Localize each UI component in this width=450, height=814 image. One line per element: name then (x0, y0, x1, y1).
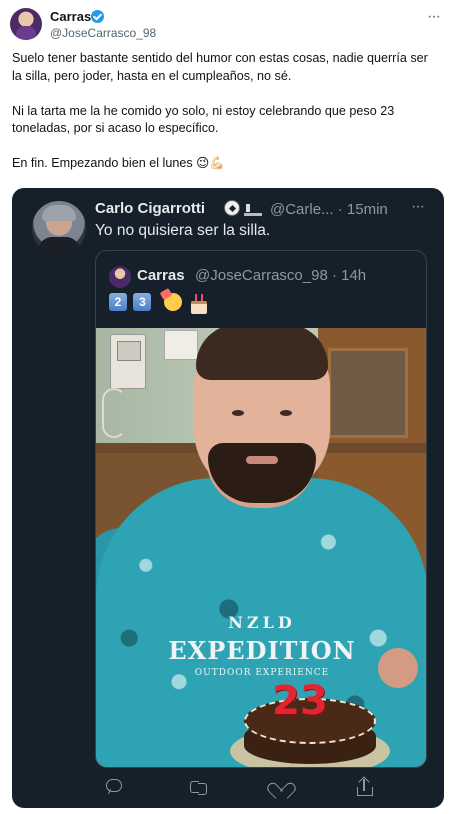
party-face-icon (163, 293, 182, 311)
intercom (110, 334, 146, 389)
verified-badge-icon (91, 10, 104, 23)
keycap-three-icon: 3 (133, 293, 152, 311)
embedded-handle-text: @Carle... (270, 201, 334, 218)
quoted-tweet: Carras @JoseCarrasco_98 · 14h 2 3 NZLD E… (95, 250, 427, 768)
author-handle[interactable]: @JoseCarrasco_98 (50, 26, 156, 40)
tweet-text: Suelo tener bastante sentido del humor c… (12, 50, 440, 190)
avatar[interactable] (10, 8, 42, 40)
embedded-tweet-screenshot: Carlo Cigarrotti @Carle... · 15min ··· Y… (12, 188, 444, 808)
embedded-author-name: Carlo Cigarrotti (95, 200, 206, 217)
tweet-photo: NZLD EXPEDITION OUTDOOR EXPERIENCE 23 (96, 328, 426, 767)
soccer-ball-icon (224, 200, 240, 216)
shirt-print-line: EXPEDITION (168, 636, 356, 665)
quoted-emoji-row: 2 3 (109, 293, 208, 315)
number-candle: 23 (272, 678, 328, 724)
quoted-author-name: Carras (137, 267, 185, 284)
reply-icon (105, 778, 123, 796)
tweet-header: Carras @JoseCarrasco_98 ··· (10, 8, 442, 42)
embedded-avatar (32, 201, 86, 255)
embedded-action-bar (95, 776, 427, 800)
shirt-print: NZLD EXPEDITION OUTDOOR EXPERIENCE (156, 613, 368, 678)
like-icon (271, 778, 289, 796)
shirt-print-line: NZLD (228, 613, 296, 632)
shirt-print-line: OUTDOOR EXPERIENCE (194, 668, 330, 678)
tweet-paragraph: En fin. Empezando bien el lunes 😉💪🏻 (12, 156, 225, 170)
embedded-tweet-text: Yo no quisiera ser la silla. (95, 222, 271, 239)
author-name[interactable]: Carras (50, 9, 91, 24)
quoted-author-handle: @JoseCarrasco_98 · 14h (195, 267, 367, 284)
retweet-icon (189, 778, 207, 796)
more-options-icon[interactable]: ··· (427, 8, 441, 26)
tweet-paragraph: Suelo tener bastante sentido del humor c… (12, 51, 432, 83)
birthday-cake-icon (190, 293, 208, 314)
embedded-more-icon: ··· (411, 198, 425, 215)
quoted-avatar (109, 266, 131, 288)
tweet-paragraph: Ni la tarta me la he comido yo solo, ni … (12, 103, 398, 136)
birthday-cake: 23 (230, 678, 390, 767)
embedded-time: · 15min (337, 201, 388, 218)
embedded-author-handle: @Carle... · 15min (270, 201, 388, 218)
bench-icon (244, 202, 262, 216)
keycap-two-icon: 2 (109, 293, 127, 311)
